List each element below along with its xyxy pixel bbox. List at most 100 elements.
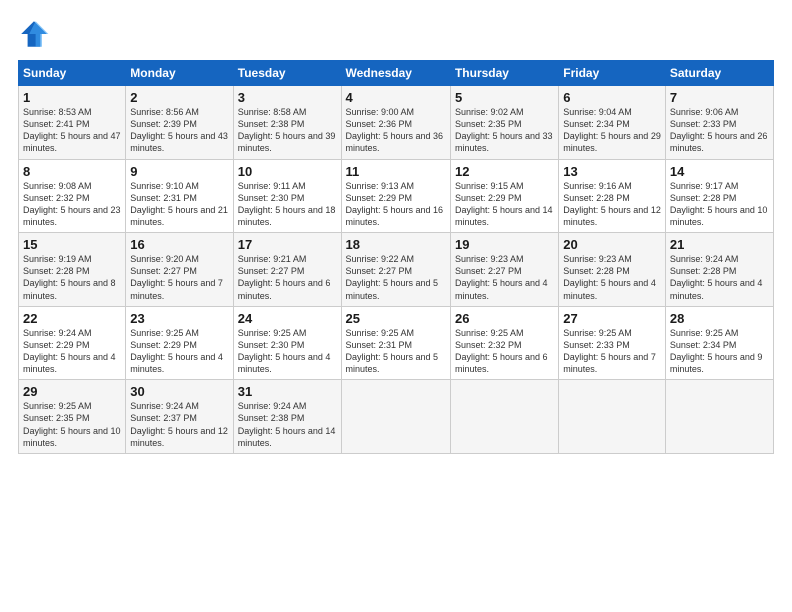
week-row-5: 29Sunrise: 9:25 AMSunset: 2:35 PMDayligh…: [19, 380, 774, 454]
week-row-4: 22Sunrise: 9:24 AMSunset: 2:29 PMDayligh…: [19, 306, 774, 380]
day-cell: 23Sunrise: 9:25 AMSunset: 2:29 PMDayligh…: [126, 306, 233, 380]
day-number: 21: [670, 237, 769, 252]
day-info: Sunrise: 8:58 AMSunset: 2:38 PMDaylight:…: [238, 106, 337, 155]
day-number: 25: [346, 311, 446, 326]
day-cell: 2Sunrise: 8:56 AMSunset: 2:39 PMDaylight…: [126, 86, 233, 160]
day-number: 11: [346, 164, 446, 179]
day-number: 24: [238, 311, 337, 326]
day-number: 8: [23, 164, 121, 179]
day-number: 29: [23, 384, 121, 399]
day-info: Sunrise: 9:25 AMSunset: 2:29 PMDaylight:…: [130, 327, 228, 376]
day-cell: 25Sunrise: 9:25 AMSunset: 2:31 PMDayligh…: [341, 306, 450, 380]
day-cell: 28Sunrise: 9:25 AMSunset: 2:34 PMDayligh…: [665, 306, 773, 380]
day-number: 17: [238, 237, 337, 252]
day-cell: 10Sunrise: 9:11 AMSunset: 2:30 PMDayligh…: [233, 159, 341, 233]
week-row-2: 8Sunrise: 9:08 AMSunset: 2:32 PMDaylight…: [19, 159, 774, 233]
day-cell: [450, 380, 558, 454]
calendar-header: SundayMondayTuesdayWednesdayThursdayFrid…: [19, 61, 774, 86]
day-number: 23: [130, 311, 228, 326]
day-cell: 30Sunrise: 9:24 AMSunset: 2:37 PMDayligh…: [126, 380, 233, 454]
day-number: 20: [563, 237, 661, 252]
day-cell: [559, 380, 666, 454]
day-info: Sunrise: 9:00 AMSunset: 2:36 PMDaylight:…: [346, 106, 446, 155]
day-cell: 6Sunrise: 9:04 AMSunset: 2:34 PMDaylight…: [559, 86, 666, 160]
day-info: Sunrise: 9:20 AMSunset: 2:27 PMDaylight:…: [130, 253, 228, 302]
day-info: Sunrise: 9:17 AMSunset: 2:28 PMDaylight:…: [670, 180, 769, 229]
day-cell: 21Sunrise: 9:24 AMSunset: 2:28 PMDayligh…: [665, 233, 773, 307]
day-number: 18: [346, 237, 446, 252]
week-row-1: 1Sunrise: 8:53 AMSunset: 2:41 PMDaylight…: [19, 86, 774, 160]
day-cell: 19Sunrise: 9:23 AMSunset: 2:27 PMDayligh…: [450, 233, 558, 307]
day-cell: 7Sunrise: 9:06 AMSunset: 2:33 PMDaylight…: [665, 86, 773, 160]
header: [18, 18, 774, 50]
day-cell: 5Sunrise: 9:02 AMSunset: 2:35 PMDaylight…: [450, 86, 558, 160]
day-cell: 29Sunrise: 9:25 AMSunset: 2:35 PMDayligh…: [19, 380, 126, 454]
day-info: Sunrise: 9:15 AMSunset: 2:29 PMDaylight:…: [455, 180, 554, 229]
day-number: 12: [455, 164, 554, 179]
col-header-tuesday: Tuesday: [233, 61, 341, 86]
day-info: Sunrise: 9:23 AMSunset: 2:27 PMDaylight:…: [455, 253, 554, 302]
day-cell: [665, 380, 773, 454]
day-number: 2: [130, 90, 228, 105]
day-cell: 1Sunrise: 8:53 AMSunset: 2:41 PMDaylight…: [19, 86, 126, 160]
day-info: Sunrise: 9:25 AMSunset: 2:30 PMDaylight:…: [238, 327, 337, 376]
day-info: Sunrise: 8:56 AMSunset: 2:39 PMDaylight:…: [130, 106, 228, 155]
day-cell: 31Sunrise: 9:24 AMSunset: 2:38 PMDayligh…: [233, 380, 341, 454]
day-number: 15: [23, 237, 121, 252]
day-cell: 12Sunrise: 9:15 AMSunset: 2:29 PMDayligh…: [450, 159, 558, 233]
day-cell: 15Sunrise: 9:19 AMSunset: 2:28 PMDayligh…: [19, 233, 126, 307]
day-info: Sunrise: 9:22 AMSunset: 2:27 PMDaylight:…: [346, 253, 446, 302]
day-info: Sunrise: 9:24 AMSunset: 2:38 PMDaylight:…: [238, 400, 337, 449]
day-number: 14: [670, 164, 769, 179]
day-cell: 27Sunrise: 9:25 AMSunset: 2:33 PMDayligh…: [559, 306, 666, 380]
day-info: Sunrise: 9:25 AMSunset: 2:34 PMDaylight:…: [670, 327, 769, 376]
col-header-sunday: Sunday: [19, 61, 126, 86]
day-cell: 9Sunrise: 9:10 AMSunset: 2:31 PMDaylight…: [126, 159, 233, 233]
day-number: 27: [563, 311, 661, 326]
day-info: Sunrise: 9:11 AMSunset: 2:30 PMDaylight:…: [238, 180, 337, 229]
day-info: Sunrise: 8:53 AMSunset: 2:41 PMDaylight:…: [23, 106, 121, 155]
day-info: Sunrise: 9:23 AMSunset: 2:28 PMDaylight:…: [563, 253, 661, 302]
logo-icon: [18, 18, 50, 50]
day-number: 16: [130, 237, 228, 252]
day-number: 22: [23, 311, 121, 326]
day-info: Sunrise: 9:19 AMSunset: 2:28 PMDaylight:…: [23, 253, 121, 302]
col-header-saturday: Saturday: [665, 61, 773, 86]
day-number: 13: [563, 164, 661, 179]
page: SundayMondayTuesdayWednesdayThursdayFrid…: [0, 0, 792, 612]
day-info: Sunrise: 9:25 AMSunset: 2:32 PMDaylight:…: [455, 327, 554, 376]
day-number: 7: [670, 90, 769, 105]
day-info: Sunrise: 9:24 AMSunset: 2:37 PMDaylight:…: [130, 400, 228, 449]
day-cell: 14Sunrise: 9:17 AMSunset: 2:28 PMDayligh…: [665, 159, 773, 233]
day-number: 19: [455, 237, 554, 252]
day-cell: 18Sunrise: 9:22 AMSunset: 2:27 PMDayligh…: [341, 233, 450, 307]
col-header-wednesday: Wednesday: [341, 61, 450, 86]
col-header-monday: Monday: [126, 61, 233, 86]
day-info: Sunrise: 9:24 AMSunset: 2:29 PMDaylight:…: [23, 327, 121, 376]
day-cell: 17Sunrise: 9:21 AMSunset: 2:27 PMDayligh…: [233, 233, 341, 307]
day-number: 6: [563, 90, 661, 105]
logo: [18, 18, 54, 50]
day-cell: 13Sunrise: 9:16 AMSunset: 2:28 PMDayligh…: [559, 159, 666, 233]
day-info: Sunrise: 9:25 AMSunset: 2:31 PMDaylight:…: [346, 327, 446, 376]
day-cell: 22Sunrise: 9:24 AMSunset: 2:29 PMDayligh…: [19, 306, 126, 380]
day-cell: 11Sunrise: 9:13 AMSunset: 2:29 PMDayligh…: [341, 159, 450, 233]
day-number: 9: [130, 164, 228, 179]
day-cell: 24Sunrise: 9:25 AMSunset: 2:30 PMDayligh…: [233, 306, 341, 380]
day-info: Sunrise: 9:06 AMSunset: 2:33 PMDaylight:…: [670, 106, 769, 155]
calendar-table: SundayMondayTuesdayWednesdayThursdayFrid…: [18, 60, 774, 454]
header-row: SundayMondayTuesdayWednesdayThursdayFrid…: [19, 61, 774, 86]
day-number: 28: [670, 311, 769, 326]
day-number: 5: [455, 90, 554, 105]
day-number: 1: [23, 90, 121, 105]
day-number: 10: [238, 164, 337, 179]
day-cell: [341, 380, 450, 454]
day-info: Sunrise: 9:24 AMSunset: 2:28 PMDaylight:…: [670, 253, 769, 302]
day-cell: 3Sunrise: 8:58 AMSunset: 2:38 PMDaylight…: [233, 86, 341, 160]
day-info: Sunrise: 9:16 AMSunset: 2:28 PMDaylight:…: [563, 180, 661, 229]
day-number: 3: [238, 90, 337, 105]
day-cell: 8Sunrise: 9:08 AMSunset: 2:32 PMDaylight…: [19, 159, 126, 233]
day-number: 31: [238, 384, 337, 399]
day-info: Sunrise: 9:25 AMSunset: 2:35 PMDaylight:…: [23, 400, 121, 449]
calendar-body: 1Sunrise: 8:53 AMSunset: 2:41 PMDaylight…: [19, 86, 774, 454]
